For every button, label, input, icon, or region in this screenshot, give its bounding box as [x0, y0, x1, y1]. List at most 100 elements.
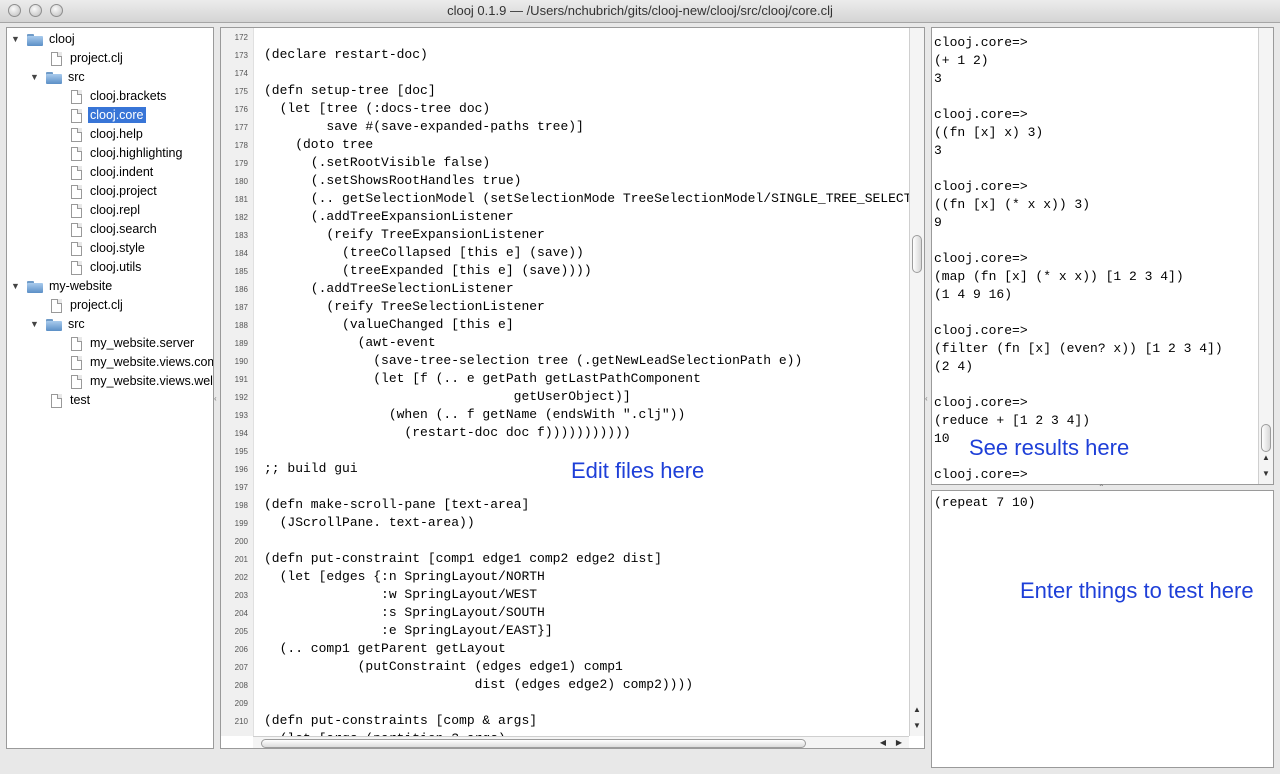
file-icon	[51, 298, 62, 313]
code-line: :e SpringLayout/EAST}]	[264, 623, 553, 638]
repl-output[interactable]: clooj.core=> (+ 1 2) 3 clooj.core=> ((fn [x]…	[931, 27, 1274, 485]
folder-icon	[27, 33, 43, 46]
code-line: :w SpringLayout/WEST	[264, 587, 538, 602]
scrollbar-thumb[interactable]	[1261, 424, 1271, 452]
code-line: (defn make-scroll-pane [text-area]	[264, 497, 530, 512]
code-line: (.addTreeExpansionListener	[264, 209, 514, 224]
tree-item-project-clj[interactable]: project.clj	[51, 50, 125, 68]
repl-line: 3	[934, 143, 942, 158]
repl-line: 9	[934, 215, 942, 230]
repl-line: clooj.core=>	[934, 251, 1028, 266]
tree-item-file[interactable]: clooj.brackets	[71, 88, 168, 106]
project-tree[interactable]: ▼ clooj project.clj ▼ src clooj.brackets…	[6, 27, 214, 749]
code-line: (treeExpanded [this e] (save))))	[264, 263, 592, 278]
repl-line: clooj.core=>	[934, 107, 1028, 122]
tree-item-file[interactable]: my_website.server	[71, 335, 196, 353]
folder-icon	[46, 318, 62, 331]
arrow-down-icon[interactable]: ▼	[911, 720, 923, 732]
tree-item-test[interactable]: test	[51, 392, 92, 410]
splitter-grip[interactable]: ‹	[214, 394, 217, 403]
file-icon	[71, 89, 82, 104]
repl-line: clooj.core=>	[934, 467, 1028, 482]
code-line: (defn put-constraints [comp & args]	[264, 713, 538, 728]
code-line: (JScrollPane. text-area))	[264, 515, 475, 530]
repl-line: (reduce + [1 2 3 4])	[934, 413, 1091, 428]
file-icon	[51, 393, 62, 408]
code-line: (reify TreeSelectionListener	[264, 299, 545, 314]
scrollbar-thumb[interactable]	[261, 739, 806, 748]
tree-item-file[interactable]: clooj.repl	[71, 202, 142, 220]
repl-vertical-scrollbar[interactable]: ▲ ▼	[1258, 28, 1273, 484]
code-area[interactable]: (declare restart-doc) (defn setup-tree [d…	[221, 28, 909, 736]
tree-item-file[interactable]: my_website.views.wel	[71, 373, 213, 391]
tree-item-src[interactable]: src	[46, 69, 87, 87]
edit-files-annotation: Edit files here	[571, 458, 705, 483]
arrow-left-icon[interactable]: ◀	[877, 737, 889, 748]
editor-horizontal-scrollbar[interactable]: ◀ ▶	[253, 736, 909, 748]
arrow-up-icon[interactable]: ▲	[911, 704, 923, 716]
tree-item-file[interactable]: clooj.search	[71, 221, 159, 239]
editor-vertical-scrollbar[interactable]: ▲ ▼	[909, 28, 924, 736]
tree-item-file[interactable]: clooj.help	[71, 126, 145, 144]
disclosure-triangle-icon[interactable]: ▼	[30, 72, 39, 82]
tree-item-src[interactable]: src	[46, 316, 87, 334]
code-line: save #(save-expanded-paths tree)]	[264, 119, 584, 134]
file-icon	[71, 260, 82, 275]
see-results-annotation: See results here	[969, 435, 1130, 460]
repl-line: clooj.core=>	[934, 395, 1028, 410]
code-line: (defn put-constraint [comp1 edge1 comp2 …	[264, 551, 662, 566]
scrollbar-thumb[interactable]	[912, 235, 922, 273]
file-icon	[71, 336, 82, 351]
disclosure-triangle-icon[interactable]: ▼	[11, 34, 20, 44]
file-icon	[71, 374, 82, 389]
arrow-down-icon[interactable]: ▼	[1260, 468, 1272, 480]
file-icon	[71, 241, 82, 256]
tree-item-my-website[interactable]: my-website	[27, 278, 114, 296]
file-icon	[71, 146, 82, 161]
tree-item-file[interactable]: clooj.utils	[71, 259, 143, 277]
file-icon	[71, 108, 82, 123]
code-line: (reify TreeExpansionListener	[264, 227, 545, 242]
tree-item-file[interactable]: clooj.indent	[71, 164, 155, 182]
disclosure-triangle-icon[interactable]: ▼	[11, 281, 20, 291]
tree-item-clooj[interactable]: clooj	[27, 31, 77, 49]
tree-item-project-clj[interactable]: project.clj	[51, 297, 125, 315]
code-line: (.. comp1 getParent getLayout	[264, 641, 506, 656]
file-icon	[71, 222, 82, 237]
repl-line: 3	[934, 71, 942, 86]
file-icon	[71, 355, 82, 370]
file-icon	[51, 51, 62, 66]
arrow-right-icon[interactable]: ▶	[893, 737, 905, 748]
code-editor[interactable]: 172 173 174 175 176 177 178 179 180 181 182 183 184 1…	[220, 27, 925, 749]
window-title: clooj 0.1.9 — /Users/nchubrich/gits/cloo…	[447, 3, 833, 18]
repl-input-text[interactable]: (repeat 7 10)	[934, 495, 1035, 510]
splitter-grip[interactable]: ‹	[925, 394, 928, 403]
code-line: (defn setup-tree [doc]	[264, 83, 436, 98]
repl-line: clooj.core=>	[934, 35, 1028, 50]
repl-line: (1 4 9 16)	[934, 287, 1013, 302]
tree-item-file[interactable]: my_website.views.com	[71, 354, 213, 372]
file-icon	[71, 203, 82, 218]
code-line: (.setShowsRootHandles true)	[264, 173, 522, 188]
arrow-up-icon[interactable]: ▲	[1260, 452, 1272, 464]
repl-line: clooj.core=>	[934, 179, 1028, 194]
tree-item-file[interactable]: clooj.project	[71, 183, 159, 201]
code-line: (when (.. f getName (endsWith ".clj"))	[264, 407, 686, 422]
repl-line: ((fn [x] x) 3)	[934, 125, 1044, 140]
repl-line: (2 4)	[934, 359, 974, 374]
repl-line: ((fn [x] (* x x)) 3)	[934, 197, 1091, 212]
folder-icon	[27, 280, 43, 293]
tree-item-file[interactable]: clooj.highlighting	[71, 145, 184, 163]
tree-item-file[interactable]: clooj.style	[71, 240, 147, 258]
code-line: (declare restart-doc)	[264, 47, 428, 62]
code-line: :s SpringLayout/SOUTH	[264, 605, 545, 620]
code-line: (doto tree	[264, 137, 374, 152]
disclosure-triangle-icon[interactable]: ▼	[30, 319, 39, 329]
file-icon	[71, 165, 82, 180]
repl-input[interactable]: (repeat 7 10) Enter things to test here	[931, 490, 1274, 768]
tree-item-file-selected[interactable]: clooj.core	[71, 107, 146, 125]
folder-icon	[46, 71, 62, 84]
code-line: (let [edges {:n SpringLayout/NORTH	[264, 569, 545, 584]
code-line: (treeCollapsed [this e] (save))	[264, 245, 584, 260]
code-line: (.addTreeSelectionListener	[264, 281, 514, 296]
